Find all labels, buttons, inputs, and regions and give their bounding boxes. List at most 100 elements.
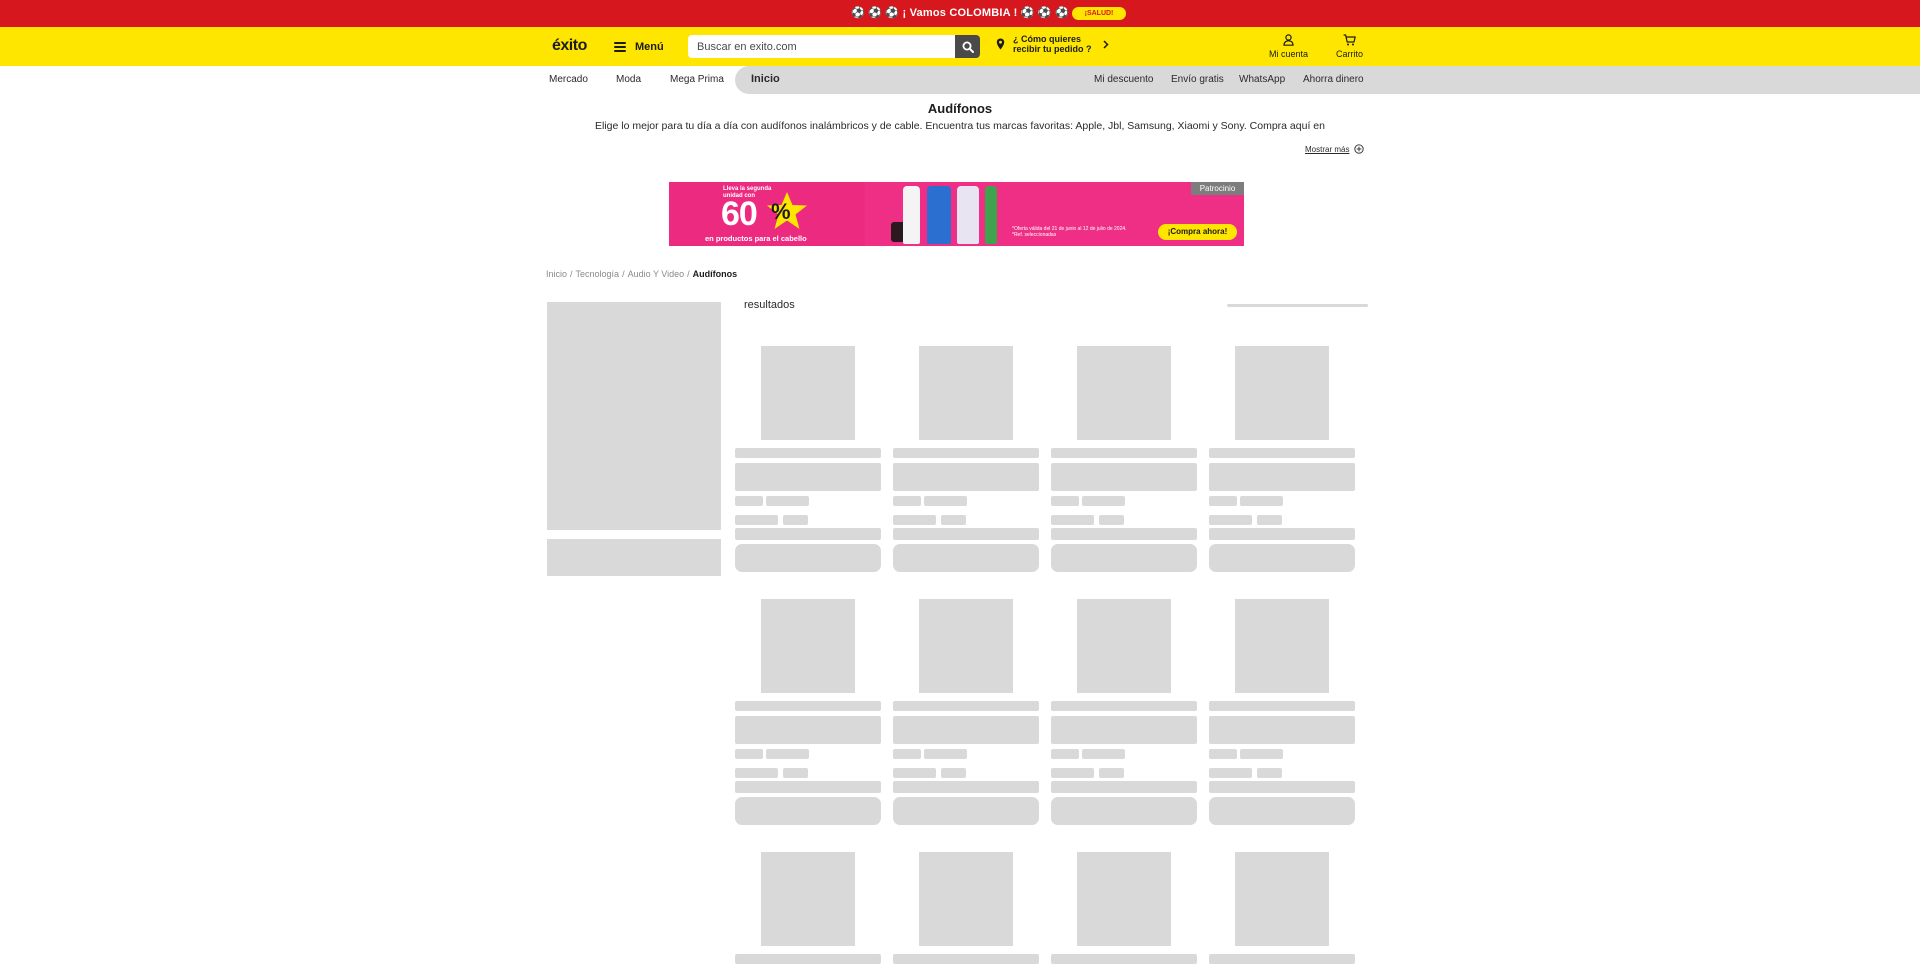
search-icon (962, 41, 974, 53)
nav-item-mega-prima[interactable]: Mega Prima (670, 74, 724, 85)
skeleton-price-a (1051, 496, 1079, 506)
skeleton-tag-b (941, 515, 966, 525)
plus-circle-icon (1354, 144, 1365, 154)
cart-icon (1343, 34, 1356, 46)
sponsored-banner[interactable]: Lleva la segunda unidad con 60 % en prod… (669, 182, 1244, 246)
skeleton-image (1077, 852, 1171, 946)
skeleton-line-1 (1051, 448, 1197, 458)
location-line-1: ¿ Cómo quieres (1013, 34, 1082, 44)
skeleton-button (1209, 797, 1355, 825)
skeleton-price-a (893, 749, 921, 759)
category-description: Elige lo mejor para tu día a día con aud… (595, 120, 1325, 132)
search-button[interactable] (955, 35, 980, 58)
banner-percent: 60 (721, 195, 758, 233)
skeleton-price-a (735, 496, 763, 506)
filter-button-skeleton (547, 539, 721, 576)
skeleton-line-2 (1209, 716, 1355, 744)
location-line-2: recibir tu pedido ? (1013, 44, 1092, 54)
skeleton-tag-b (941, 768, 966, 778)
skeleton-tag-b (1099, 768, 1124, 778)
sponsored-tag: Patrocinio (1191, 182, 1244, 195)
skeleton-line-2 (1209, 463, 1355, 491)
breadcrumb: Inicio / Tecnología / Audio Y Video / Au… (546, 269, 737, 279)
skeleton-price-b (766, 749, 809, 759)
skeleton-price-b (1082, 496, 1125, 506)
skeleton-tag-b (1257, 515, 1282, 525)
category-title: Audífonos (927, 101, 993, 116)
promo-badge[interactable]: ¡SALUD! (1072, 7, 1126, 20)
skeleton-button (893, 544, 1039, 572)
skeleton-line-3 (1209, 528, 1355, 540)
skeleton-line-2 (893, 716, 1039, 744)
skeleton-button (735, 797, 881, 825)
results-label: resultados (744, 299, 795, 311)
skeleton-tag-a (1051, 768, 1094, 778)
banner-subtitle: en productos para el cabello (705, 234, 807, 243)
skeleton-price-a (1209, 496, 1237, 506)
skeleton-tag-a (735, 515, 778, 525)
banner-cta-button[interactable]: ¡Compra ahora! (1158, 224, 1237, 240)
breadcrumb-separator: / (687, 269, 690, 279)
skeleton-price-b (1240, 749, 1283, 759)
delivery-location-selector[interactable]: ¿ Cómo quieres recibir tu pedido ? (996, 34, 1109, 54)
skeleton-price-b (1240, 496, 1283, 506)
skeleton-button (735, 544, 881, 572)
skeleton-price-a (735, 749, 763, 759)
skeleton-line-1 (893, 448, 1039, 458)
menu-button[interactable]: Menú (614, 36, 664, 58)
nav-item-inicio[interactable]: Inicio (751, 73, 780, 85)
hamburger-icon (614, 42, 626, 52)
breadcrumb-inicio[interactable]: Inicio (546, 269, 567, 279)
product-image-bottle-1 (903, 186, 920, 244)
cart-label: Carrito (1336, 49, 1364, 59)
nav-item-envio-gratis[interactable]: Envío gratis (1171, 74, 1224, 85)
nav-item-ahorra-dinero[interactable]: Ahorra dinero (1303, 74, 1364, 85)
skeleton-line-1 (1051, 954, 1197, 964)
skeleton-line-1 (893, 701, 1039, 711)
skeleton-button (893, 797, 1039, 825)
chevron-right-icon (1103, 39, 1109, 49)
nav-item-moda[interactable]: Moda (616, 74, 641, 85)
skeleton-price-a (1051, 749, 1079, 759)
product-image-bottle-3 (957, 186, 979, 244)
exito-logo[interactable]: éxito (552, 37, 587, 55)
skeleton-image (761, 852, 855, 946)
skeleton-line-3 (735, 781, 881, 793)
skeleton-line-2 (893, 463, 1039, 491)
nav-item-mercado[interactable]: Mercado (549, 74, 588, 85)
skeleton-tag-b (1257, 768, 1282, 778)
account-button[interactable]: Mi cuenta (1269, 34, 1308, 59)
skeleton-image (919, 852, 1013, 946)
skeleton-line-2 (735, 463, 881, 491)
delivery-location-label: ¿ Cómo quieres recibir tu pedido ? (1013, 34, 1095, 54)
skeleton-image (761, 599, 855, 693)
show-more-button[interactable]: Mostrar más (1305, 144, 1365, 154)
location-pin-icon (996, 38, 1005, 50)
skeleton-tag-a (1051, 515, 1094, 525)
skeleton-line-1 (893, 954, 1039, 964)
cart-button[interactable]: Carrito (1336, 34, 1363, 59)
skeleton-image (761, 346, 855, 440)
product-image-bottle-4 (985, 186, 997, 244)
skeleton-line-1 (1051, 701, 1197, 711)
skeleton-price-b (924, 749, 967, 759)
skeleton-tag-a (1209, 515, 1252, 525)
skeleton-line-2 (1051, 716, 1197, 744)
skeleton-line-1 (735, 448, 881, 458)
skeleton-image (1235, 346, 1329, 440)
breadcrumb-tecnologia[interactable]: Tecnología (576, 269, 620, 279)
skeleton-price-b (766, 496, 809, 506)
skeleton-image (1077, 599, 1171, 693)
user-icon (1283, 34, 1294, 46)
skeleton-price-a (1209, 749, 1237, 759)
breadcrumb-audio-video[interactable]: Audio Y Video (628, 269, 685, 279)
category-nav: Mercado Moda Mega Prima Inicio Mi descue… (0, 66, 1920, 94)
nav-item-mi-descuento[interactable]: Mi descuento (1094, 74, 1153, 85)
skeleton-line-2 (735, 716, 881, 744)
search-input[interactable] (688, 35, 955, 58)
breadcrumb-current: Audífonos (692, 269, 738, 279)
promo-bar: ⚽ ⚽ ⚽ ¡ Vamos COLOMBIA ! ⚽ ⚽ ⚽ ¡SALUD! (0, 0, 1920, 27)
skeleton-button (1209, 544, 1355, 572)
skeleton-line-3 (735, 528, 881, 540)
nav-item-whatsapp[interactable]: WhatsApp (1239, 74, 1285, 85)
